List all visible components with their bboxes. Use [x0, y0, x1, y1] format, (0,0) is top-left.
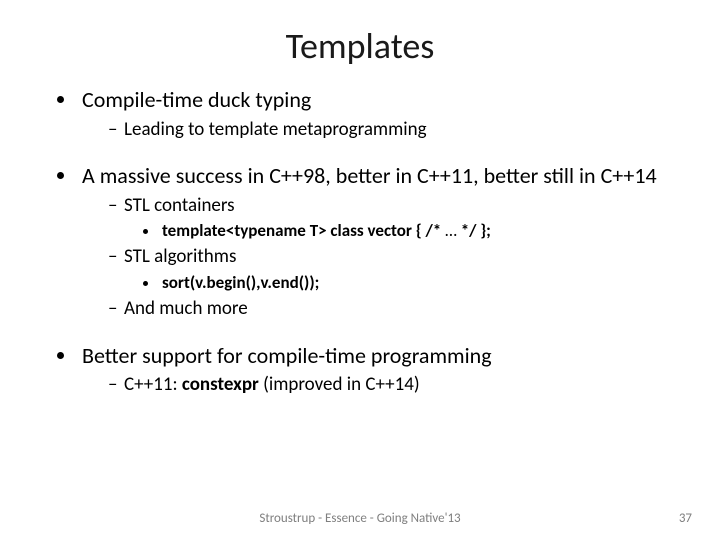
bullet-list: Compile-time duck typing Leading to temp…	[68, 86, 682, 398]
b3s1-prefix: C++11:	[124, 373, 182, 396]
slide: Templates Compile-time duck typing Leadi…	[0, 0, 720, 540]
bullet-2-sub-2-text: STL algorithms	[124, 245, 236, 268]
bullet-2-sub-2-code: sort(v.begin(),v.end());	[160, 272, 682, 295]
code-part-c: */ };	[457, 220, 491, 241]
bullet-2-sub-3: And much more	[108, 297, 682, 322]
bullet-3-text: Better support for compile-time programm…	[82, 342, 492, 369]
bullet-2-sub: STL containers template<typename T> clas…	[82, 194, 682, 322]
bullet-2-sub-1-text: STL containers	[124, 194, 235, 217]
bullet-2-text: A massive success in C++98, better in C+…	[82, 162, 657, 189]
code-ellipsis: …	[445, 220, 457, 241]
bullet-2-sub-1-code-list: template<typename T> class vector { /* ……	[124, 220, 682, 243]
code-part-a: template<typename T> class vector { /*	[162, 220, 445, 241]
slide-footer: Stroustrup - Essence - Going Native'13	[0, 511, 720, 526]
bullet-1-sub: Leading to template metaprogramming	[82, 118, 682, 143]
bullet-2-sub-1-code: template<typename T> class vector { /* ……	[160, 220, 682, 243]
bullet-1-text: Compile-time duck typing	[82, 86, 311, 113]
slide-number: 37	[679, 511, 692, 526]
slide-body: Compile-time duck typing Leading to temp…	[0, 78, 720, 398]
bullet-2-sub-1: STL containers template<typename T> clas…	[108, 194, 682, 244]
bullet-3: Better support for compile-time programm…	[78, 342, 682, 398]
bullet-1: Compile-time duck typing Leading to temp…	[78, 86, 682, 142]
bullet-2-sub-2-code-list: sort(v.begin(),v.end());	[124, 272, 682, 295]
bullet-3-sub: C++11: constexpr (improved in C++14)	[82, 373, 682, 398]
bullet-3-sub-1: C++11: constexpr (improved in C++14)	[108, 373, 682, 398]
bullet-1-sub-1: Leading to template metaprogramming	[108, 118, 682, 143]
bullet-2: A massive success in C++98, better in C+…	[78, 162, 682, 321]
bullet-2-sub-2: STL algorithms sort(v.begin(),v.end());	[108, 245, 682, 295]
b3s1-suffix: (improved in C++14)	[259, 373, 420, 396]
slide-title: Templates	[0, 0, 720, 78]
b3s1-keyword: constexpr	[182, 373, 259, 396]
